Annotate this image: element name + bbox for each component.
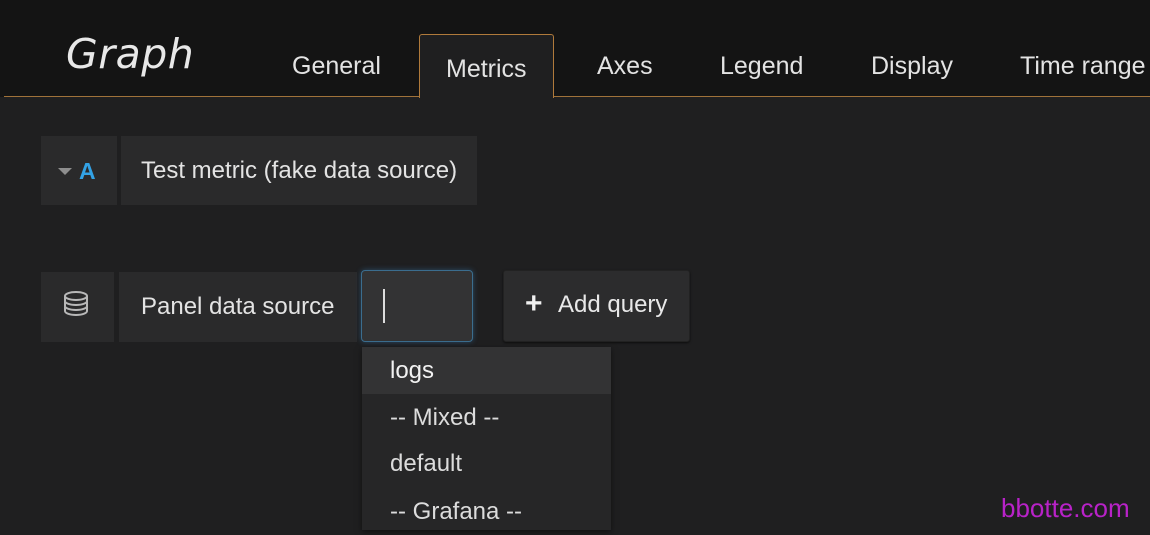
dropdown-option-grafana[interactable]: -- Grafana -- bbox=[362, 488, 611, 535]
chevron-down-icon bbox=[58, 168, 72, 175]
tab-time-range[interactable]: Time range bbox=[1020, 52, 1146, 81]
dropdown-option-default[interactable]: default bbox=[362, 440, 611, 487]
panel-title: Graph bbox=[66, 30, 195, 78]
datasource-input[interactable] bbox=[361, 270, 473, 342]
query-label: Test metric (fake data source) bbox=[141, 157, 458, 184]
dropdown-option-logs[interactable]: logs bbox=[362, 347, 611, 394]
tab-general[interactable]: General bbox=[292, 52, 381, 81]
text-cursor bbox=[383, 289, 385, 323]
plus-icon: + bbox=[525, 287, 543, 320]
tab-display[interactable]: Display bbox=[871, 52, 953, 81]
database-icon bbox=[64, 291, 88, 316]
dropdown-option-mixed[interactable]: -- Mixed -- bbox=[362, 394, 611, 441]
query-ref-id: A bbox=[79, 158, 96, 184]
datasource-dropdown: logs -- Mixed -- default -- Grafana -- bbox=[362, 347, 611, 530]
tab-legend[interactable]: Legend bbox=[720, 52, 803, 81]
tab-metrics[interactable]: Metrics bbox=[419, 34, 554, 98]
watermark: bbotte.com bbox=[1001, 493, 1130, 523]
add-query-button[interactable]: + Add query bbox=[503, 270, 690, 342]
datasource-label: Panel data source bbox=[141, 293, 335, 320]
tab-axes[interactable]: Axes bbox=[597, 52, 653, 81]
add-query-label: Add query bbox=[558, 291, 668, 318]
header-divider bbox=[4, 96, 1150, 97]
